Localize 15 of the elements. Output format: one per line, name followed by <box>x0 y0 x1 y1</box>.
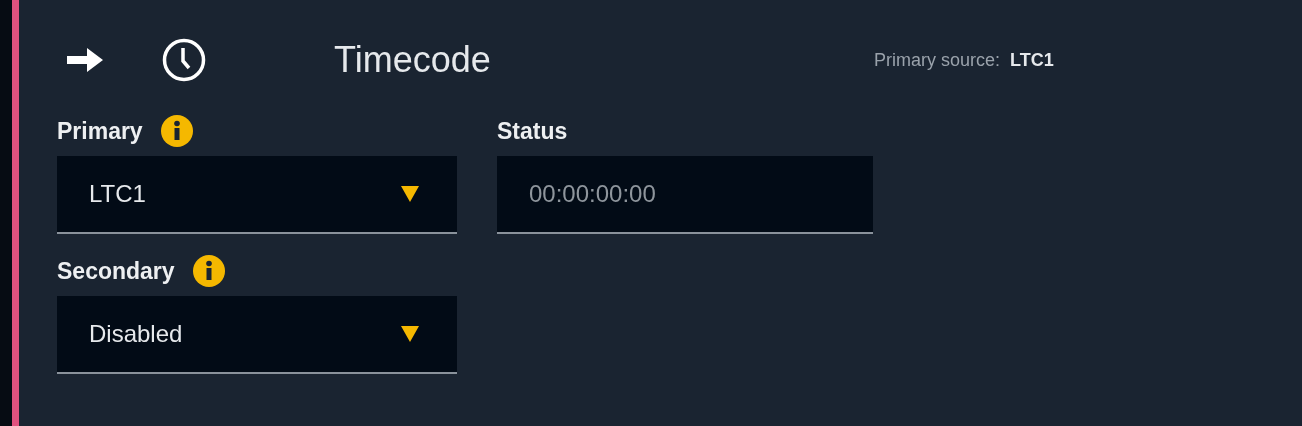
info-icon[interactable] <box>160 115 193 147</box>
info-icon[interactable] <box>192 255 225 287</box>
caret-icon <box>401 326 419 342</box>
panel-title: Timecode <box>334 39 492 81</box>
field-label: Status <box>497 117 568 145</box>
primary-source-value: LTC1 <box>1010 49 1054 71</box>
dropdown[interactable]: Disabled <box>57 296 457 374</box>
clock-icon[interactable] <box>162 38 206 82</box>
field-label: Primary <box>57 117 143 145</box>
caret-icon <box>401 186 419 202</box>
arrow-icon[interactable] <box>67 46 103 74</box>
dropdown[interactable]: LTC1 <box>57 156 457 234</box>
status-field: 00:00:00:00 <box>497 156 873 234</box>
field-label: Secondary <box>57 257 175 285</box>
primary-source-label: Primary source: <box>874 49 1001 71</box>
